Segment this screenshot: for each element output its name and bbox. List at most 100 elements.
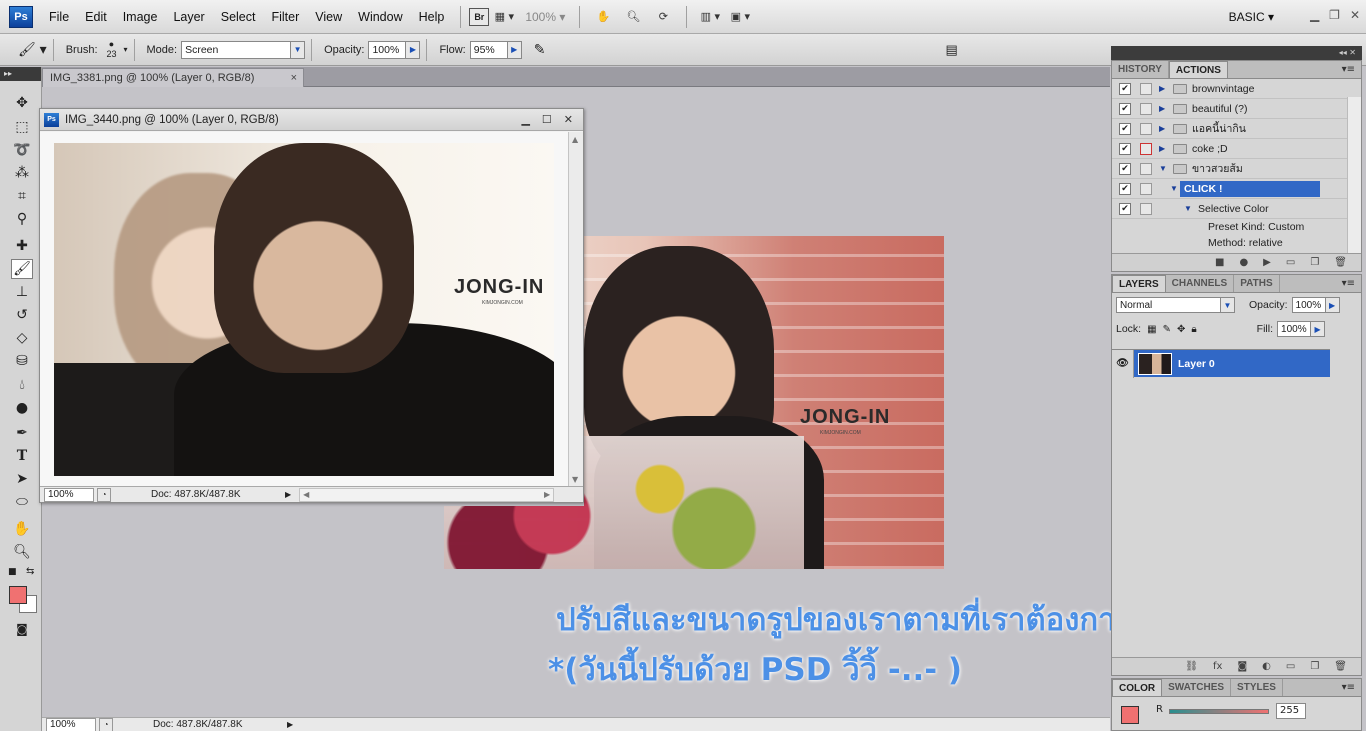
default-colors-icon[interactable]: ■ — [8, 567, 17, 577]
airbrush-icon[interactable]: ✎ — [534, 41, 546, 58]
panel-menu-icon[interactable]: ▾≡ — [1342, 64, 1355, 75]
mode-select[interactable]: Screen — [181, 40, 292, 59]
action-toggle-checkbox[interactable]: ✔ — [1119, 102, 1131, 115]
dialog-toggle[interactable] — [1140, 82, 1152, 95]
lock-position-icon[interactable]: ✥ — [1177, 324, 1185, 335]
close-icon[interactable]: × — [291, 72, 297, 84]
maximize-icon[interactable]: ☐ — [542, 113, 552, 126]
action-toggle-checkbox[interactable]: ✔ — [1119, 122, 1131, 135]
menu-image[interactable]: Image — [115, 10, 166, 24]
lock-transparent-icon[interactable]: ▦ — [1147, 324, 1156, 335]
foreground-color-swatch[interactable] — [9, 586, 27, 604]
blur-tool-icon[interactable]: 💧︎ — [11, 375, 33, 395]
bridge-button[interactable]: Br — [469, 7, 490, 26]
healing-brush-tool-icon[interactable]: ✚ — [11, 236, 33, 256]
menu-filter[interactable]: Filter — [263, 10, 307, 24]
action-set-row[interactable]: ✔ ▶ แอคนี้น่ากิน — [1112, 119, 1361, 139]
horizontal-scrollbar[interactable]: ◀ ▶ — [299, 487, 555, 502]
tab-history[interactable]: HISTORY — [1112, 61, 1169, 78]
flow-slider-icon[interactable]: ▶ — [507, 40, 522, 59]
mode-dropdown-icon[interactable]: ▼ — [291, 40, 306, 59]
blend-mode-dropdown-icon[interactable]: ▼ — [1221, 297, 1235, 313]
hand-tool-icon[interactable]: ✋ — [592, 7, 614, 27]
layer-style-icon[interactable]: fx — [1213, 661, 1222, 672]
dialog-toggle[interactable] — [1140, 142, 1152, 155]
delete-layer-icon[interactable]: 🗑︎ — [1334, 661, 1347, 672]
new-set-icon[interactable]: ▭ — [1286, 257, 1295, 268]
scroll-down-icon[interactable]: ▼ — [572, 475, 578, 484]
new-action-icon[interactable]: ❐ — [1310, 257, 1319, 268]
collapse-arrow-icon[interactable]: ▼ — [1184, 204, 1194, 213]
ellipse-tool-icon[interactable]: ⬭ — [11, 492, 33, 512]
new-layer-icon[interactable]: ❐ — [1310, 661, 1319, 672]
expand-arrow-icon[interactable]: ▶ — [1159, 124, 1169, 133]
action-set-row[interactable]: ✔ ▶ brownvintage — [1112, 79, 1361, 99]
brush-tool-icon[interactable]: 🖌︎ — [11, 259, 33, 279]
history-brush-tool-icon[interactable]: ↺ — [11, 305, 33, 325]
collapse-arrow-icon[interactable]: ▼ — [1159, 164, 1169, 173]
tab-swatches[interactable]: SWATCHES — [1162, 679, 1232, 696]
eraser-tool-icon[interactable]: ◇ — [11, 328, 33, 348]
layer-row[interactable]: 👁︎ Layer 0 — [1112, 349, 1330, 378]
action-toggle-checkbox[interactable]: ✔ — [1119, 142, 1131, 155]
stop-icon[interactable]: ■ — [1215, 257, 1224, 268]
layer-opacity-slider-icon[interactable]: ▶ — [1325, 297, 1340, 313]
expand-arrow-icon[interactable]: ▶ — [1159, 144, 1169, 153]
expand-arrow-icon[interactable]: ▶ — [1159, 104, 1169, 113]
action-step-row[interactable]: ✔ ▼ Selective Color — [1112, 199, 1361, 219]
rotate-view-icon[interactable]: ⟳ — [652, 7, 674, 27]
red-channel-input[interactable]: 255 — [1276, 703, 1306, 719]
menu-file[interactable]: File — [41, 10, 77, 24]
move-tool-icon[interactable]: ✥ — [11, 93, 33, 113]
record-icon[interactable]: ● — [1239, 257, 1248, 268]
floating-document-window[interactable]: Ps IMG_3440.png @ 100% (Layer 0, RGB/8) … — [39, 108, 584, 503]
action-set-row[interactable]: ✔ ▶ beautiful (?) — [1112, 99, 1361, 119]
status-menu-icon[interactable]: ▶ — [287, 720, 293, 729]
tab-paths[interactable]: PATHS — [1234, 275, 1280, 292]
layer-mask-icon[interactable]: ◙ — [1237, 661, 1247, 672]
zoom-input[interactable]: 100% — [46, 717, 96, 731]
menu-layer[interactable]: Layer — [165, 10, 212, 24]
fill-input[interactable]: 100% — [1277, 321, 1312, 337]
view-extras-icon[interactable]: ▦ ▾ — [493, 7, 515, 27]
zoom-input[interactable]: 100% — [44, 487, 94, 502]
action-toggle-checkbox[interactable]: ✔ — [1119, 82, 1131, 95]
foreground-color-swatch[interactable] — [1121, 706, 1139, 724]
tab-layers[interactable]: LAYERS — [1112, 275, 1166, 292]
link-layers-icon[interactable]: ⛓︎ — [1185, 661, 1198, 672]
menu-view[interactable]: View — [307, 10, 350, 24]
brush-picker[interactable]: ● 23 — [102, 40, 122, 60]
workspace-switcher[interactable]: BASIC ▾ — [1229, 10, 1274, 24]
menu-help[interactable]: Help — [411, 10, 453, 24]
action-toggle-checkbox[interactable]: ✔ — [1119, 202, 1131, 215]
collapse-arrow-icon[interactable]: ▼ — [1170, 184, 1180, 193]
opacity-input[interactable]: 100% — [368, 40, 407, 59]
close-icon[interactable]: ✕ — [1350, 8, 1360, 22]
action-row-selected[interactable]: ✔ ▼ CLICK ! — [1112, 179, 1361, 199]
quick-selection-tool-icon[interactable]: ⁂ — [11, 163, 33, 183]
zoom-tool-icon[interactable]: 🔍︎ — [11, 542, 33, 562]
close-icon[interactable]: ✕ — [564, 113, 573, 126]
lasso-tool-icon[interactable]: ➰ — [11, 140, 33, 160]
brush-panel-icon[interactable]: ▤ — [945, 42, 957, 58]
dialog-toggle[interactable] — [1140, 182, 1152, 195]
fill-slider-icon[interactable]: ▶ — [1311, 321, 1326, 337]
document-canvas[interactable]: JONG-IN KIMJONGIN.COM — [40, 132, 570, 487]
tab-color[interactable]: COLOR — [1112, 679, 1163, 696]
play-icon[interactable]: ▶ — [1263, 257, 1271, 268]
dialog-toggle[interactable] — [1140, 102, 1152, 115]
new-group-icon[interactable]: ▭ — [1286, 661, 1295, 672]
expand-arrow-icon[interactable]: ▶ — [1159, 84, 1169, 93]
opacity-slider-icon[interactable]: ▶ — [406, 40, 421, 59]
doc-tab[interactable]: IMG_3381.png @ 100% (Layer 0, RGB/8) × — [42, 68, 304, 87]
arrange-documents-icon[interactable]: ▥ ▾ — [699, 7, 721, 27]
action-toggle-checkbox[interactable]: ✔ — [1119, 162, 1131, 175]
scroll-right-icon[interactable]: ▶ — [544, 490, 550, 499]
delete-icon[interactable]: 🗑︎ — [1334, 257, 1347, 268]
status-info-icon[interactable]: ◔ — [99, 717, 113, 731]
menu-window[interactable]: Window — [350, 10, 410, 24]
adjustment-layer-icon[interactable]: ◐ — [1262, 661, 1271, 672]
pen-tool-icon[interactable]: ✒ — [11, 423, 33, 443]
tab-channels[interactable]: CHANNELS — [1166, 275, 1235, 292]
menu-select[interactable]: Select — [213, 10, 264, 24]
